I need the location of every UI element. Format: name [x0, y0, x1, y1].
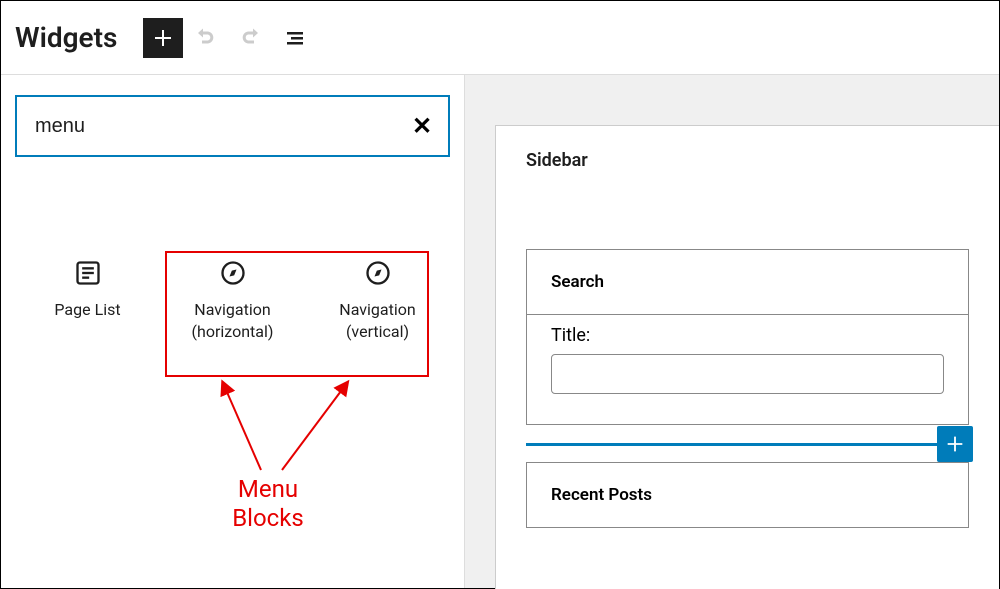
- sidebar-area: Sidebar Search Title: Recent Posts: [495, 125, 999, 589]
- list-view-button[interactable]: [277, 20, 313, 56]
- plus-icon: [944, 433, 966, 455]
- insert-block-button[interactable]: [937, 426, 973, 462]
- redo-button[interactable]: [231, 20, 267, 56]
- widget-body: Title:: [527, 314, 968, 424]
- compass-icon: [364, 259, 392, 287]
- annotation-arrow-left: [211, 375, 281, 475]
- widget-title-input[interactable]: [551, 354, 944, 394]
- preview-panel: Sidebar Search Title: Recent Posts: [465, 75, 999, 588]
- toolbar: Widgets: [1, 1, 999, 75]
- clear-search-button[interactable]: ✕: [404, 108, 440, 144]
- list-view-icon: [283, 26, 307, 50]
- close-icon: ✕: [412, 112, 432, 140]
- widget-search[interactable]: Search Title:: [526, 249, 969, 425]
- page-list-icon: [74, 259, 102, 287]
- undo-icon: [195, 26, 219, 50]
- block-label: Navigation (horizontal): [166, 299, 299, 342]
- block-label: Page List: [54, 299, 120, 321]
- compass-icon: [219, 259, 247, 287]
- block-navigation-vertical[interactable]: Navigation (vertical): [305, 247, 450, 354]
- widget-header: Recent Posts: [527, 463, 968, 527]
- sidebar-title: Sidebar: [526, 150, 969, 171]
- main: ✕ Page List Navigation (horizontal): [1, 75, 999, 588]
- search-input[interactable]: [15, 95, 450, 157]
- widget-recent-posts[interactable]: Recent Posts: [526, 462, 969, 528]
- redo-icon: [237, 26, 261, 50]
- title-label: Title:: [551, 325, 944, 346]
- page-title: Widgets: [15, 21, 117, 54]
- insert-line: [526, 443, 969, 446]
- annotation-arrow-right: [277, 375, 367, 475]
- block-page-list[interactable]: Page List: [15, 247, 160, 354]
- annotation-label: Menu Blocks: [223, 475, 313, 533]
- block-inserter-panel: ✕ Page List Navigation (horizontal): [1, 75, 465, 588]
- add-block-button[interactable]: [143, 18, 183, 58]
- block-navigation-horizontal[interactable]: Navigation (horizontal): [160, 247, 305, 354]
- toolbar-controls: [143, 18, 313, 58]
- widget-header: Search: [527, 250, 968, 314]
- block-label: Navigation (vertical): [311, 299, 444, 342]
- blocks-grid: Page List Navigation (horizontal) Naviga…: [11, 247, 454, 354]
- plus-icon: [151, 26, 175, 50]
- search-wrap: ✕: [15, 95, 450, 157]
- undo-button[interactable]: [189, 20, 225, 56]
